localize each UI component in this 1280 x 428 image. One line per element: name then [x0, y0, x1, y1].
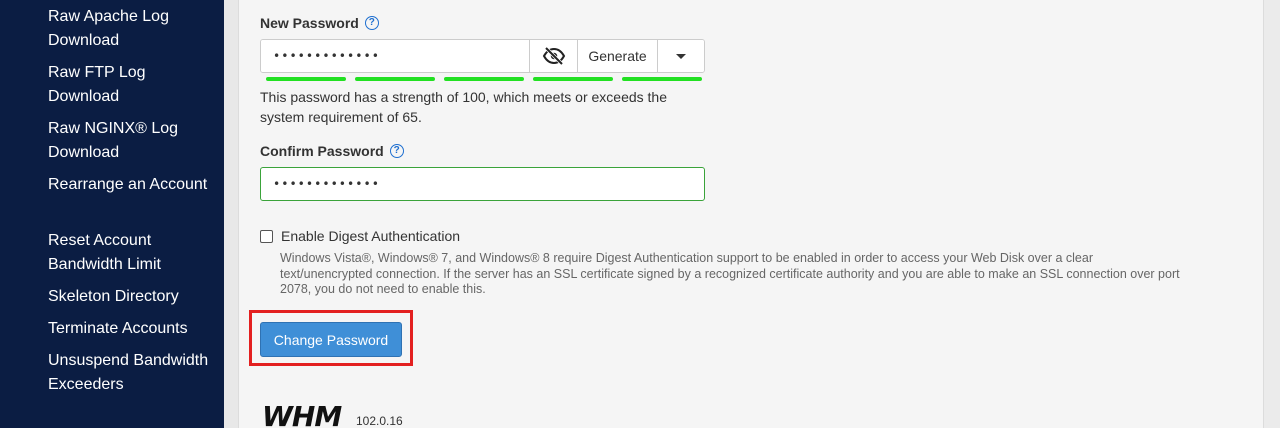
sidebar: Raw Apache Log Download Raw FTP Log Down…	[0, 0, 224, 428]
change-password-button[interactable]: Change Password	[260, 322, 402, 357]
sidebar-item-raw-ftp-log-download[interactable]: Raw FTP Log Download	[48, 61, 218, 109]
new-password-group: Generate	[260, 39, 705, 73]
new-password-input[interactable]	[261, 40, 529, 72]
help-icon[interactable]: ?	[364, 16, 379, 30]
strength-segment	[444, 77, 524, 81]
sidebar-item-raw-nginx-log-download[interactable]: Raw NGINX® Log Download	[48, 117, 218, 165]
generate-button[interactable]: Generate	[577, 40, 657, 72]
sidebar-item-unsuspend-bandwidth-exceeders[interactable]: Unsuspend Bandwidth Exceeders	[48, 349, 218, 397]
toggle-visibility-button[interactable]	[529, 40, 577, 72]
layout-gutter	[224, 0, 238, 428]
strength-segment	[355, 77, 435, 81]
caret-down-icon	[676, 53, 686, 59]
strength-segment	[622, 77, 702, 81]
sidebar-item-rearrange-account[interactable]: Rearrange an Account	[48, 173, 218, 197]
version-label: 102.0.16	[356, 414, 403, 428]
strength-segment	[266, 77, 346, 81]
strength-message: This password has a strength of 100, whi…	[260, 89, 667, 125]
sidebar-item-reset-bandwidth-limit[interactable]: Reset Account Bandwidth Limit	[48, 229, 218, 277]
new-password-label: New Password	[260, 15, 359, 31]
confirm-password-label-row: Confirm Password ?	[260, 143, 404, 159]
digest-auth-checkbox[interactable]	[260, 229, 273, 243]
password-strength-meter	[266, 77, 702, 81]
help-icon[interactable]: ?	[389, 144, 404, 158]
digest-auth-note: Windows Vista®, Windows® 7, and Windows®…	[280, 251, 1180, 296]
eye-slash-icon	[542, 47, 565, 65]
sidebar-item-terminate-accounts[interactable]: Terminate Accounts	[48, 317, 218, 341]
generate-options-dropdown[interactable]	[657, 40, 704, 72]
whm-logo: WHM	[262, 400, 342, 428]
new-password-label-row: New Password ?	[260, 15, 379, 31]
confirm-password-label: Confirm Password	[260, 143, 384, 159]
digest-auth-row: Enable Digest Authentication	[260, 228, 460, 244]
confirm-password-input[interactable]	[260, 167, 705, 201]
digest-auth-label[interactable]: Enable Digest Authentication	[281, 228, 460, 244]
strength-segment	[533, 77, 613, 81]
page-scroll-area	[1264, 0, 1280, 428]
sidebar-item-skeleton-directory[interactable]: Skeleton Directory	[48, 285, 218, 309]
sidebar-item-raw-apache-log-download[interactable]: Raw Apache Log Download	[48, 5, 218, 53]
